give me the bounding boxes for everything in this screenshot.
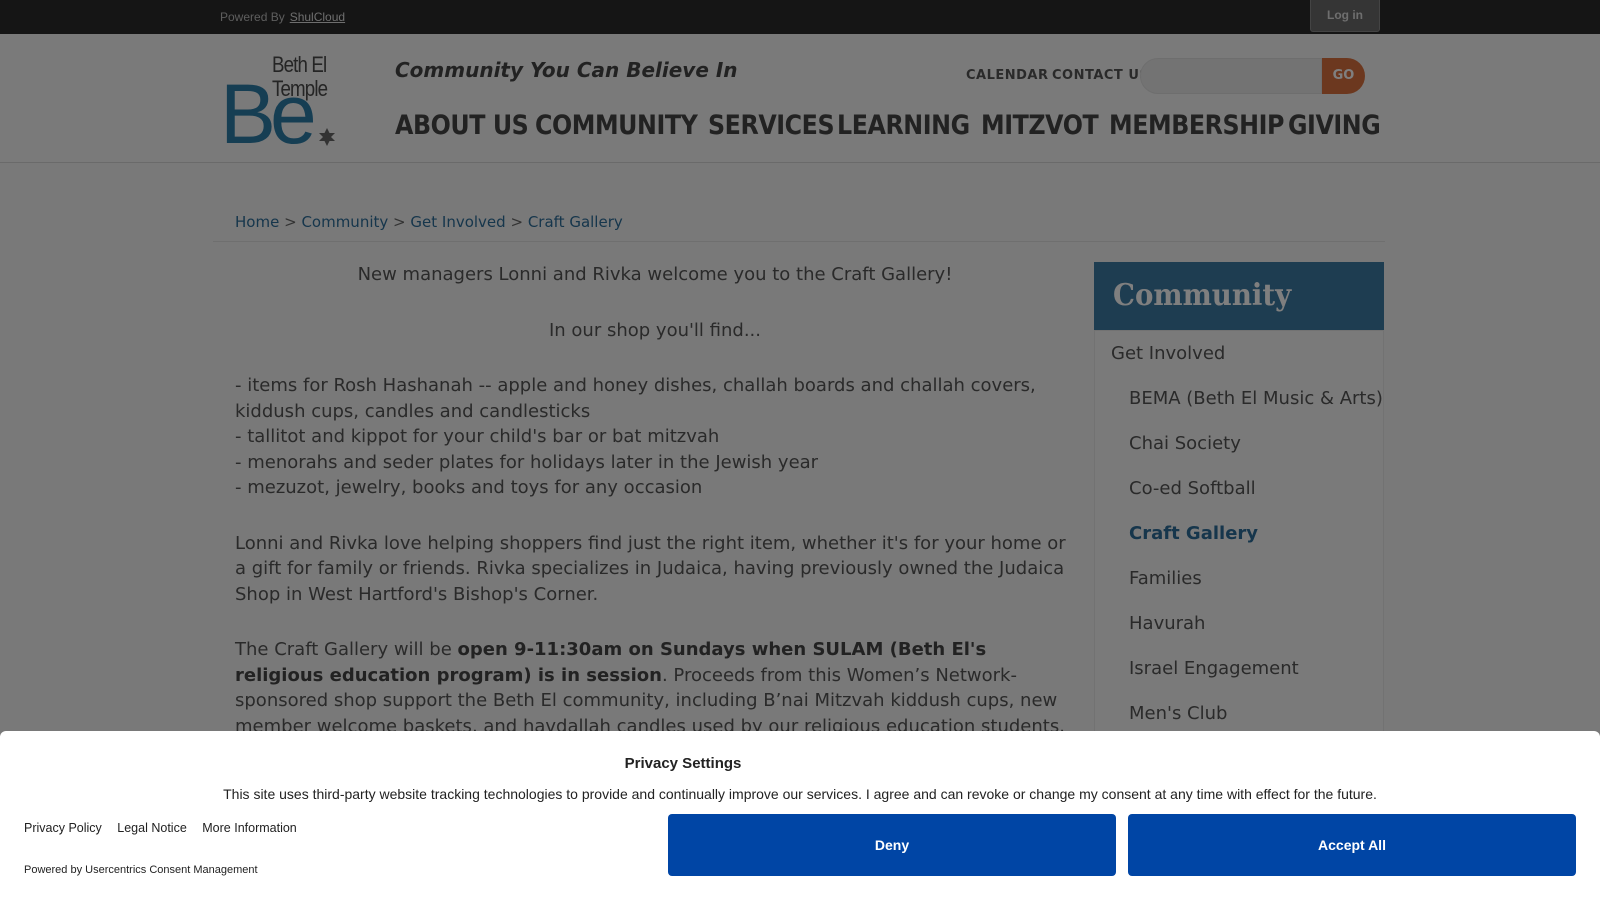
legal-notice-link[interactable]: Legal Notice — [117, 821, 187, 835]
accept-all-button[interactable]: Accept All — [1128, 814, 1576, 876]
usercentrics-powered-by: Powered by Usercentrics Consent Manageme… — [24, 864, 258, 876]
consent-description: This site uses third-party website track… — [223, 786, 1377, 802]
consent-title: Privacy Settings — [624, 755, 742, 772]
deny-button[interactable]: Deny — [668, 814, 1116, 876]
more-information-link[interactable]: More Information — [202, 821, 296, 835]
privacy-policy-link[interactable]: Privacy Policy — [24, 821, 102, 835]
privacy-consent-banner: Privacy Settings This site uses third-pa… — [0, 731, 1600, 900]
consent-links: Privacy Policy Legal Notice More Informa… — [24, 821, 309, 835]
